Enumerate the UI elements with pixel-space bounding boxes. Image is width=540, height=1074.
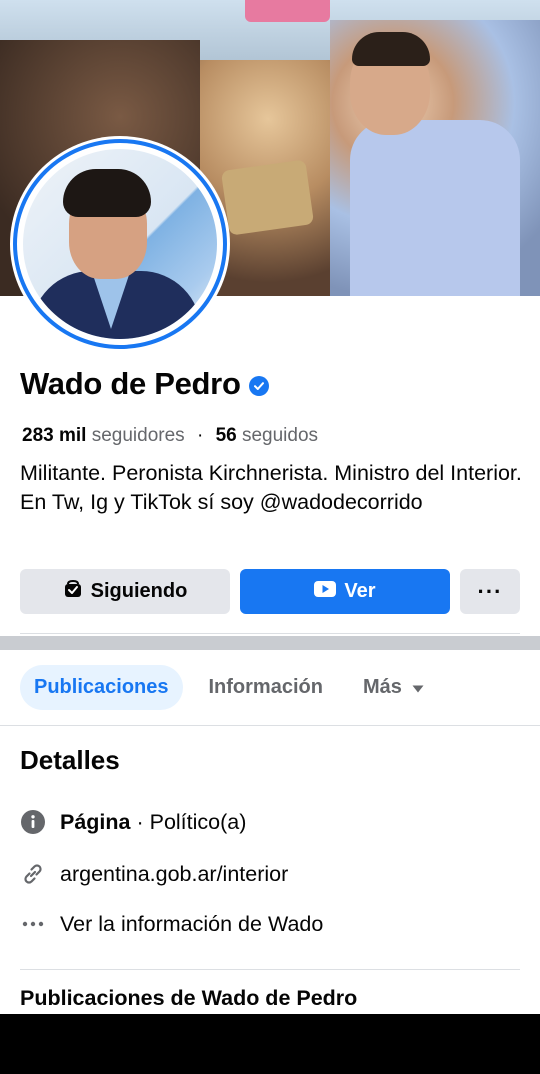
- tabs-divider: [0, 725, 540, 726]
- cover-phone: [220, 159, 315, 236]
- cover-person-shirt: [350, 120, 520, 296]
- page-type-text: Página · Político(a): [60, 809, 247, 834]
- cover-pink-phone: [245, 0, 330, 22]
- following-button-label: Siguiendo: [90, 580, 188, 602]
- following-label: seguidos: [241, 425, 319, 446]
- actions-divider: [20, 633, 520, 634]
- following-count: 56: [215, 425, 237, 446]
- profile-name: Wado de Pedro: [20, 366, 241, 401]
- detail-row-website[interactable]: argentina.gob.ar/interior: [20, 861, 288, 887]
- detail-row-page-type: Página · Político(a): [20, 809, 246, 835]
- video-play-icon: [314, 580, 337, 603]
- tab-mas-label: Más: [362, 676, 402, 698]
- profile-avatar[interactable]: [10, 136, 230, 352]
- followers-label: seguidores: [91, 425, 185, 446]
- avatar-hair: [63, 169, 151, 217]
- tab-publicaciones[interactable]: Publicaciones: [20, 665, 183, 710]
- following-check-icon: [63, 579, 83, 605]
- avatar-photo: [23, 149, 217, 339]
- watch-button[interactable]: Ver: [240, 569, 450, 614]
- ellipsis-icon: [20, 911, 46, 937]
- details-divider: [20, 969, 520, 970]
- profile-actions: Siguiendo Ver ···: [20, 569, 520, 614]
- posts-heading: Publicaciones de Wado de Pedro: [20, 986, 358, 1010]
- tab-informacion[interactable]: Información: [195, 665, 337, 710]
- link-icon: [20, 861, 46, 887]
- verified-badge-icon: [248, 376, 269, 396]
- see-info-link[interactable]: Ver la información de Wado: [60, 912, 323, 937]
- tab-publicaciones-label: Publicaciones: [34, 676, 169, 698]
- avatar-story-ring: [13, 139, 227, 349]
- watch-button-label: Ver: [344, 580, 376, 602]
- followers-count: 283 mil: [22, 425, 87, 446]
- caret-down-icon: [412, 676, 424, 699]
- more-dots-icon: ···: [477, 578, 503, 604]
- more-options-button[interactable]: ···: [460, 569, 520, 614]
- info-icon: [20, 809, 46, 835]
- details-heading: Detalles: [20, 745, 120, 775]
- tab-informacion-label: Información: [208, 676, 323, 698]
- profile-name-row: Wado de Pedro: [20, 366, 269, 402]
- cover-person-hair: [352, 32, 430, 66]
- following-button[interactable]: Siguiendo: [20, 569, 230, 614]
- profile-tabs: Publicaciones Información Más: [20, 665, 438, 710]
- tab-mas[interactable]: Más: [349, 665, 438, 710]
- stats-separator: ·: [196, 425, 204, 446]
- detail-row-see-info[interactable]: Ver la información de Wado: [20, 911, 323, 937]
- profile-stats: 283 mil seguidores · 56 seguidos: [22, 425, 318, 447]
- profile-bio: Militante. Peronista Kirchnerista. Minis…: [20, 461, 522, 514]
- system-navigation-bar: [0, 1014, 540, 1074]
- website-link[interactable]: argentina.gob.ar/interior: [60, 862, 288, 887]
- section-separator: [0, 636, 540, 650]
